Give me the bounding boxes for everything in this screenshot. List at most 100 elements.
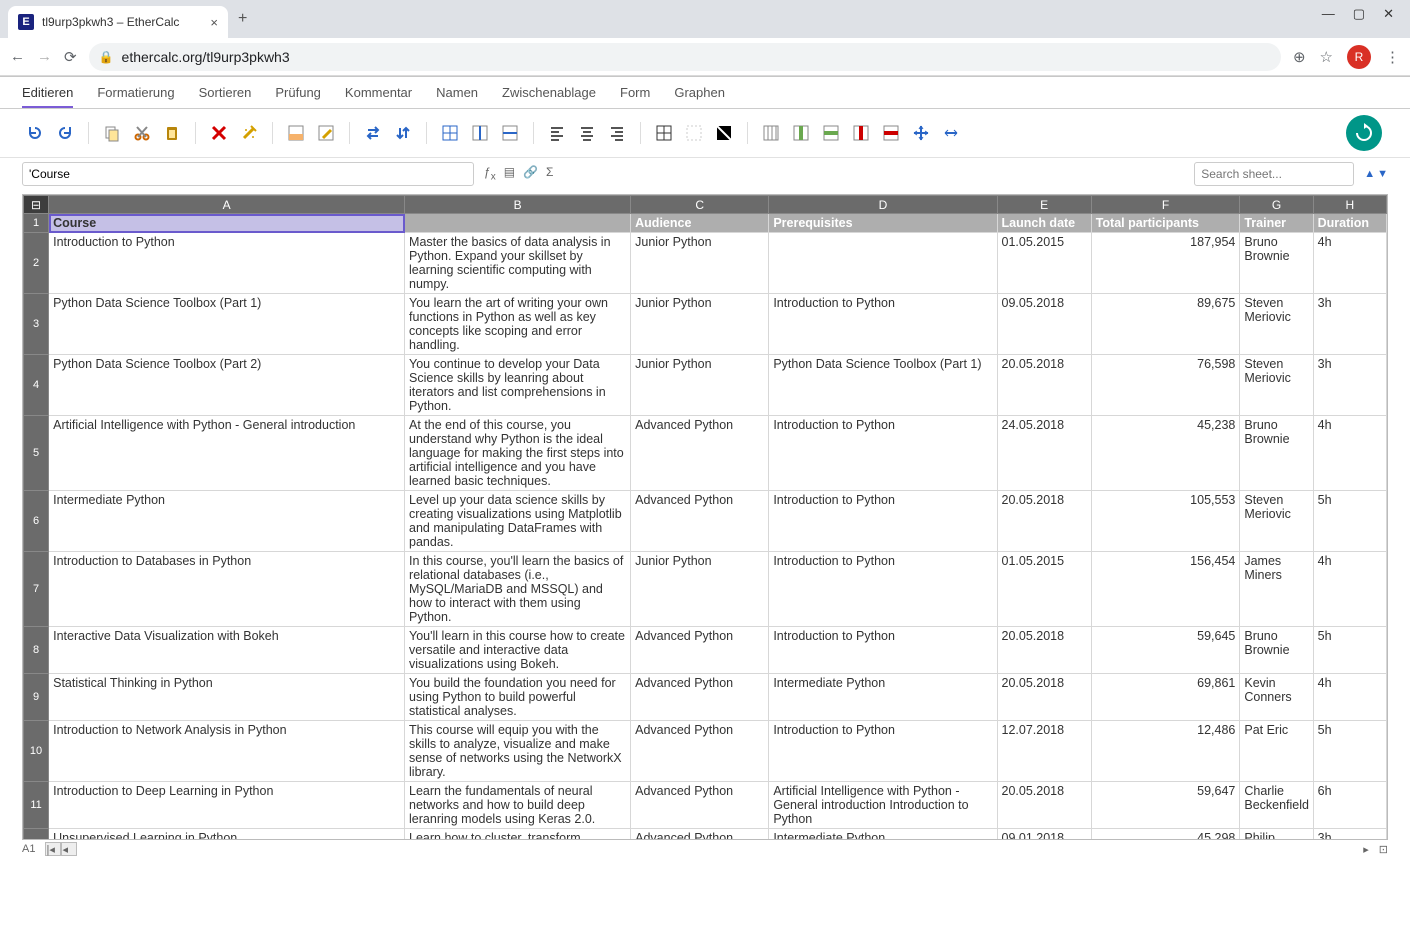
merge-vertical-icon[interactable]	[497, 120, 523, 146]
close-tab-icon[interactable]: ×	[210, 15, 218, 30]
data-cell[interactable]: 45,238	[1091, 416, 1240, 491]
data-cell[interactable]: 24.05.2018	[997, 416, 1091, 491]
data-cell[interactable]: 09.01.2018	[997, 829, 1091, 840]
data-cell[interactable]: Junior Python	[631, 552, 769, 627]
data-cell[interactable]: Junior Python	[631, 294, 769, 355]
data-cell[interactable]: Introduction to Python	[49, 233, 405, 294]
resize-icon[interactable]	[938, 120, 964, 146]
border-all-icon[interactable]	[651, 120, 677, 146]
row-header[interactable]: 10	[24, 721, 49, 782]
data-cell[interactable]: 5h	[1313, 627, 1386, 674]
border-none-icon[interactable]	[681, 120, 707, 146]
data-cell[interactable]: Learn how to cluster, transform, visuali…	[405, 829, 631, 840]
data-cell[interactable]: 4h	[1313, 674, 1386, 721]
data-cell[interactable]: You continue to develop your Data Scienc…	[405, 355, 631, 416]
data-cell[interactable]: Interactive Data Visualization with Boke…	[49, 627, 405, 674]
header-cell[interactable]: Audience	[631, 214, 769, 233]
data-cell[interactable]: Charlie Beckenfield	[1240, 782, 1313, 829]
data-cell[interactable]: Advanced Python	[631, 416, 769, 491]
redo-icon[interactable]	[52, 120, 78, 146]
data-cell[interactable]: Artificial Intelligence with Python - Ge…	[49, 416, 405, 491]
data-cell[interactable]: Introduction to Python	[769, 627, 997, 674]
row-header[interactable]: 11	[24, 782, 49, 829]
data-cell[interactable]: 105,553	[1091, 491, 1240, 552]
data-cell[interactable]: You build the foundation you need for us…	[405, 674, 631, 721]
col-header-F[interactable]: F	[1091, 196, 1240, 214]
formula-input[interactable]	[22, 162, 474, 186]
text-mode-icon[interactable]: ▤	[504, 165, 515, 182]
data-cell[interactable]: Introduction to Network Analysis in Pyth…	[49, 721, 405, 782]
row-header[interactable]: 1	[24, 214, 49, 233]
data-cell[interactable]: 4h	[1313, 552, 1386, 627]
data-cell[interactable]: Intermediate Python	[769, 829, 997, 840]
data-cell[interactable]: Bruno Brownie	[1240, 627, 1313, 674]
data-cell[interactable]: 4h	[1313, 416, 1386, 491]
data-cell[interactable]: Introduction to Python	[769, 416, 997, 491]
hscroll-start-icon[interactable]: |◂	[45, 842, 61, 856]
data-cell[interactable]: 20.05.2018	[997, 491, 1091, 552]
header-cell[interactable]: Trainer	[1240, 214, 1313, 233]
swap-rows-icon[interactable]	[360, 120, 386, 146]
row-header[interactable]: 3	[24, 294, 49, 355]
data-cell[interactable]: Learn the fundamentals of neural network…	[405, 782, 631, 829]
data-cell[interactable]: In this course, you'll learn the basics …	[405, 552, 631, 627]
paste-icon[interactable]	[159, 120, 185, 146]
align-right-icon[interactable]	[604, 120, 630, 146]
data-cell[interactable]	[769, 233, 997, 294]
header-cell[interactable]	[405, 214, 631, 233]
menu-item-kommentar[interactable]: Kommentar	[345, 85, 412, 108]
data-cell[interactable]: 3h	[1313, 294, 1386, 355]
data-cell[interactable]: Pat Eric	[1240, 721, 1313, 782]
data-cell[interactable]: At the end of this course, you understan…	[405, 416, 631, 491]
data-cell[interactable]: 12.07.2018	[997, 721, 1091, 782]
col-header-H[interactable]: H	[1313, 196, 1386, 214]
header-cell[interactable]: Duration	[1313, 214, 1386, 233]
profile-avatar[interactable]: R	[1347, 45, 1371, 69]
data-cell[interactable]: 5h	[1313, 491, 1386, 552]
data-cell[interactable]: Advanced Python	[631, 782, 769, 829]
data-cell[interactable]: Introduction to Python	[769, 491, 997, 552]
col-header-G[interactable]: G	[1240, 196, 1313, 214]
data-cell[interactable]: 20.05.2018	[997, 627, 1091, 674]
menu-item-form[interactable]: Form	[620, 85, 650, 108]
menu-item-formatierung[interactable]: Formatierung	[97, 85, 174, 108]
data-cell[interactable]: 5h	[1313, 721, 1386, 782]
data-cell[interactable]: Intermediate Python	[769, 674, 997, 721]
data-cell[interactable]: 20.05.2018	[997, 355, 1091, 416]
row-header[interactable]: 4	[24, 355, 49, 416]
clear-format-icon[interactable]	[236, 120, 262, 146]
data-cell[interactable]: Advanced Python	[631, 627, 769, 674]
data-cell[interactable]: 20.05.2018	[997, 674, 1091, 721]
col-header-E[interactable]: E	[997, 196, 1091, 214]
header-cell[interactable]: Prerequisites	[769, 214, 997, 233]
back-icon[interactable]: ←	[10, 48, 25, 65]
data-cell[interactable]: 69,861	[1091, 674, 1240, 721]
data-cell[interactable]: Introduction to Python	[769, 721, 997, 782]
grid-scroll-area[interactable]: ⊟ ABCDEFGH 1CourseAudiencePrerequisitesL…	[23, 195, 1387, 839]
row-header[interactable]: 8	[24, 627, 49, 674]
delete-row-icon[interactable]	[878, 120, 904, 146]
link-icon[interactable]: 🔗	[523, 165, 538, 182]
copy-icon[interactable]	[99, 120, 125, 146]
col-header-A[interactable]: A	[49, 196, 405, 214]
data-cell[interactable]: This course will equip you with the skil…	[405, 721, 631, 782]
delete-col-icon[interactable]	[848, 120, 874, 146]
sum-icon[interactable]: Σ	[546, 165, 553, 182]
delete-cell-icon[interactable]	[206, 120, 232, 146]
col-header-B[interactable]: B	[405, 196, 631, 214]
data-cell[interactable]: Steven Meriovic	[1240, 355, 1313, 416]
border-color-icon[interactable]	[711, 120, 737, 146]
data-cell[interactable]: Statistical Thinking in Python	[49, 674, 405, 721]
align-center-icon[interactable]	[574, 120, 600, 146]
data-cell[interactable]: Bruno Brownie	[1240, 416, 1313, 491]
row-header[interactable]: 5	[24, 416, 49, 491]
data-cell[interactable]: Artificial Intelligence with Python - Ge…	[769, 782, 997, 829]
fill-color-icon[interactable]	[283, 120, 309, 146]
data-cell[interactable]: 4h	[1313, 233, 1386, 294]
data-cell[interactable]: 59,645	[1091, 627, 1240, 674]
data-cell[interactable]: Python Data Science Toolbox (Part 2)	[49, 355, 405, 416]
menu-item-zwischenablage[interactable]: Zwischenablage	[502, 85, 596, 108]
data-cell[interactable]: Introduction to Python	[769, 552, 997, 627]
select-all-corner[interactable]: ⊟	[24, 196, 49, 214]
data-cell[interactable]: Steven Meriovic	[1240, 294, 1313, 355]
